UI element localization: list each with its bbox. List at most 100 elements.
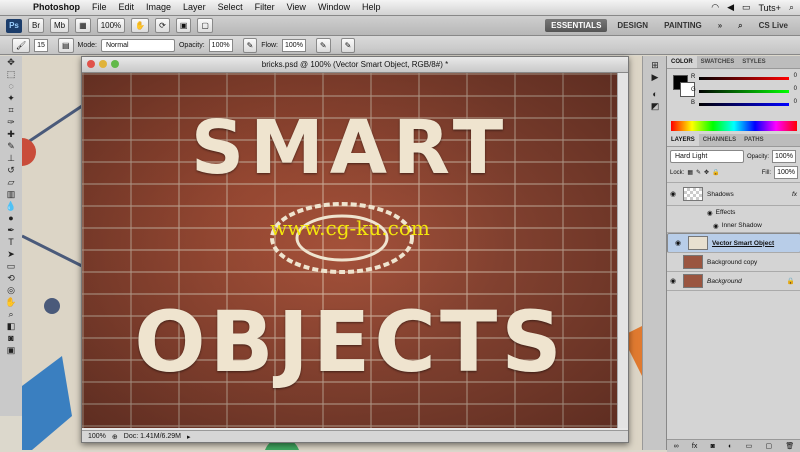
tab-color[interactable]: COLOR: [667, 56, 697, 68]
spotlight-icon[interactable]: ⌕: [789, 2, 794, 13]
lock-transparency-icon[interactable]: ▦: [687, 169, 693, 176]
history-panel-icon[interactable]: ⊞: [647, 60, 663, 71]
menu-photoshop[interactable]: Photoshop: [27, 0, 86, 15]
adjustment-layer-icon[interactable]: ◐: [728, 443, 732, 450]
hand-tool-button[interactable]: ✋: [131, 18, 150, 33]
visibility-eye-icon[interactable]: ◉: [667, 277, 679, 285]
dodge-tool-icon[interactable]: ●: [3, 213, 19, 224]
color-spectrum[interactable]: [671, 121, 797, 131]
blue-slider[interactable]: [699, 103, 789, 106]
arrange-documents-button[interactable]: ▣: [175, 18, 192, 33]
crop-tool-icon[interactable]: ⌗: [3, 105, 19, 116]
pressure-size-button[interactable]: ✎: [340, 37, 356, 53]
opacity-field[interactable]: 100%: [208, 38, 233, 52]
fx-badge[interactable]: fx: [792, 191, 800, 198]
bridge-button[interactable]: Br: [28, 18, 44, 33]
menu-help[interactable]: Help: [356, 0, 387, 15]
hand-tool-icon[interactable]: ✋: [3, 297, 19, 308]
flow-field[interactable]: 100%: [282, 38, 306, 52]
healing-brush-tool-icon[interactable]: ✚: [3, 129, 19, 140]
user-name[interactable]: Tuts+: [759, 3, 781, 13]
pen-tool-icon[interactable]: ✒: [3, 225, 19, 236]
add-mask-icon[interactable]: ◙: [711, 443, 715, 450]
add-style-icon[interactable]: fx: [692, 443, 697, 450]
red-value[interactable]: 0: [794, 73, 797, 79]
eraser-tool-icon[interactable]: ▱: [3, 177, 19, 188]
blue-value[interactable]: 0: [794, 99, 797, 105]
workspace-essentials[interactable]: ESSENTIALS: [545, 19, 608, 32]
rotate-view-button[interactable]: ⟳: [155, 18, 170, 33]
brush-panel-button[interactable]: ▤: [57, 37, 74, 53]
lasso-tool-icon[interactable]: ◌: [3, 81, 19, 92]
layer-opacity-field[interactable]: 100%: [772, 150, 796, 163]
marquee-tool-icon[interactable]: ⬚: [3, 69, 19, 80]
airbrush-button[interactable]: ✎: [315, 37, 331, 53]
new-layer-icon[interactable]: ▢: [766, 442, 773, 450]
workspace-painting[interactable]: PAINTING: [658, 19, 708, 32]
workspace-more-icon[interactable]: »: [712, 19, 728, 32]
search-icon[interactable]: ⌕: [732, 19, 748, 33]
tab-paths[interactable]: PATHS: [740, 134, 767, 146]
cs-live-button[interactable]: CS Live: [753, 19, 794, 32]
apple-icon[interactable]: [8, 2, 19, 13]
pressure-opacity-button[interactable]: ✎: [242, 37, 258, 53]
zoom-tool-icon[interactable]: ⌕: [3, 309, 19, 320]
layer-row-background[interactable]: ◉ Background 🔒: [667, 272, 800, 291]
3d-orbit-tool-icon[interactable]: ◎: [3, 285, 19, 296]
visibility-eye-icon[interactable]: ◉: [667, 190, 679, 198]
eyedropper-tool-icon[interactable]: ✑: [3, 117, 19, 128]
menu-image[interactable]: Image: [140, 0, 177, 15]
menu-edit[interactable]: Edit: [113, 0, 141, 15]
clone-stamp-tool-icon[interactable]: ⊥: [3, 153, 19, 164]
link-layers-icon[interactable]: ∞: [674, 443, 679, 450]
actions-panel-icon[interactable]: ▶: [647, 72, 663, 83]
quick-select-tool-icon[interactable]: ✦: [3, 93, 19, 104]
menu-window[interactable]: Window: [312, 0, 356, 15]
new-group-icon[interactable]: ▭: [746, 442, 753, 450]
document-titlebar[interactable]: bricks.psd @ 100% (Vector Smart Object, …: [82, 57, 628, 73]
menu-file[interactable]: File: [86, 0, 113, 15]
menu-layer[interactable]: Layer: [177, 0, 212, 15]
mini-bridge-button[interactable]: Mb: [50, 18, 70, 33]
green-slider[interactable]: [699, 90, 789, 93]
masks-panel-icon[interactable]: ◩: [647, 101, 663, 112]
minimize-icon[interactable]: [99, 60, 107, 68]
visibility-eye-icon[interactable]: ◉: [672, 238, 684, 249]
gradient-tool-icon[interactable]: ▥: [3, 189, 19, 200]
color-swatches-icon[interactable]: ◧: [3, 321, 19, 332]
vertical-scrollbar[interactable]: [617, 73, 628, 428]
workspace-design[interactable]: DESIGN: [611, 19, 654, 32]
lock-position-icon[interactable]: ✥: [704, 169, 709, 176]
lock-all-icon[interactable]: 🔒: [712, 169, 719, 176]
battery-icon[interactable]: ▭: [742, 2, 751, 13]
layer-row-shadows[interactable]: ◉ Shadows fx: [667, 183, 800, 206]
lock-pixels-icon[interactable]: ✎: [696, 169, 701, 176]
volume-icon[interactable]: ◀: [727, 2, 734, 13]
menu-view[interactable]: View: [281, 0, 312, 15]
status-zoom[interactable]: 100%: [88, 433, 106, 440]
shape-tool-icon[interactable]: ▭: [3, 261, 19, 272]
fill-field[interactable]: 100%: [774, 166, 798, 179]
type-tool-icon[interactable]: T: [3, 237, 19, 248]
layer-row-background-copy[interactable]: Background copy: [667, 253, 800, 272]
view-extras-button[interactable]: ▦: [75, 18, 91, 33]
quick-mask-icon[interactable]: ◙: [3, 333, 19, 344]
mode-select[interactable]: Normal: [100, 38, 175, 52]
delete-layer-icon[interactable]: 🗑: [785, 442, 794, 450]
effect-eye-icon[interactable]: ◉: [707, 209, 713, 217]
tab-channels[interactable]: CHANNELS: [699, 134, 740, 146]
menu-select[interactable]: Select: [212, 0, 249, 15]
blend-mode-select[interactable]: Hard Light: [670, 150, 744, 163]
3d-rotate-tool-icon[interactable]: ⟲: [3, 273, 19, 284]
tab-styles[interactable]: STYLES: [738, 56, 769, 68]
document-canvas[interactable]: SMART OBJECTS www.cg-ku.com: [82, 73, 618, 428]
screen-mode-button[interactable]: ▢: [197, 18, 213, 33]
menu-filter[interactable]: Filter: [249, 0, 281, 15]
inner-shadow-effect-row[interactable]: ◉ Inner Shadow: [667, 219, 800, 233]
brush-preset-picker[interactable]: 🖌: [12, 37, 31, 53]
tab-swatches[interactable]: SWATCHES: [697, 56, 739, 68]
history-brush-tool-icon[interactable]: ↺: [3, 165, 19, 176]
path-select-tool-icon[interactable]: ➤: [3, 249, 19, 260]
effect-eye-icon[interactable]: ◉: [713, 222, 719, 230]
zoom-dropdown[interactable]: 100%: [96, 18, 126, 33]
